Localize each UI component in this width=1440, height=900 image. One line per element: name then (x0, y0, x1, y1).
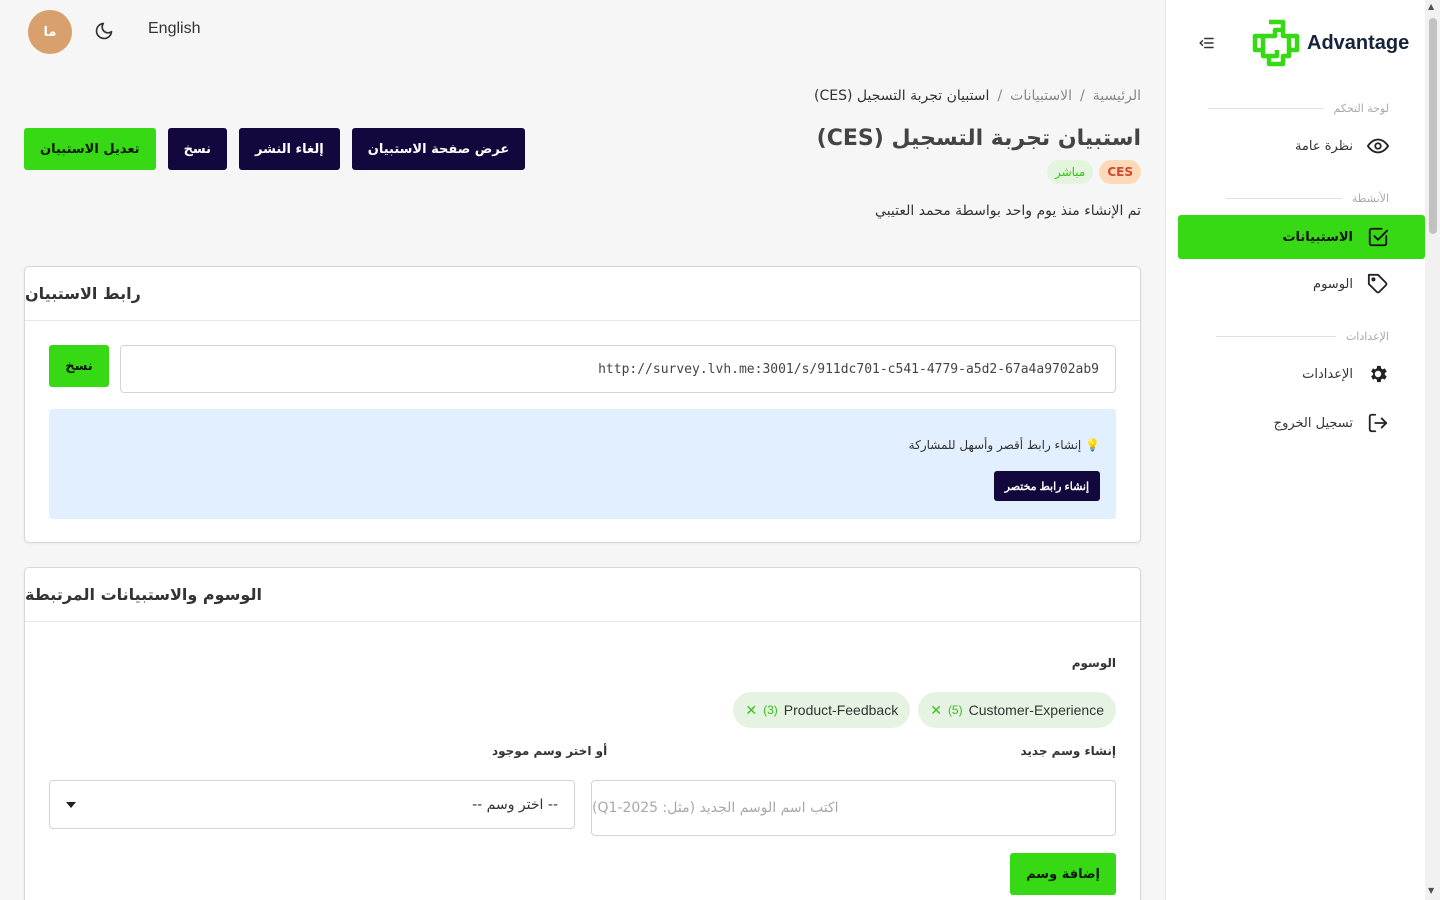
sidebar: Advantage لوحة التحكم نظرة عامة الأنشطة … (1165, 0, 1425, 900)
brand-logo[interactable]: Advantage (1251, 18, 1409, 68)
scroll-up-icon[interactable]: ▲ (1428, 2, 1434, 11)
created-info: تم الإنشاء منذ يوم واحد بواسطة محمد العت… (875, 203, 1141, 219)
tag-name: Customer-Experience (968, 702, 1104, 718)
nav-label: نظرة عامة (1294, 138, 1353, 154)
tag-icon (1367, 273, 1388, 294)
survey-url-field[interactable]: http://survey.lvh.me:3001/s/911dc701-c54… (120, 345, 1116, 393)
new-tag-label: إنشاء وسم جديد (1020, 744, 1116, 758)
nav-label: الإعدادات (1302, 366, 1353, 382)
breadcrumb-separator: / (1080, 88, 1085, 104)
type-badge: CES (1099, 160, 1141, 184)
eye-icon (1367, 138, 1389, 154)
copy-survey-button[interactable]: نسخ (167, 128, 228, 170)
action-buttons: تعديل الاستبيان نسخ إلغاء النشر عرض صفحة… (24, 128, 526, 170)
dark-mode-toggle[interactable] (94, 21, 114, 45)
add-tag-button[interactable]: إضافة وسم (1010, 853, 1116, 895)
existing-tag-select[interactable]: -- اختر وسم -- (49, 780, 575, 829)
remove-tag-icon[interactable]: ✕ (745, 702, 757, 719)
tag-chips: ✕ (5) Customer-Experience ✕ (3) Product-… (733, 692, 1116, 728)
sidebar-item-surveys[interactable]: الاستبيانات (1178, 215, 1425, 259)
status-badge: مباشر (1046, 160, 1094, 184)
short-link-tip: 💡 إنشاء رابط أقصر وأسهل للمشاركة إنشاء ر… (49, 409, 1116, 519)
brand-name: Advantage (1307, 31, 1410, 54)
nav-label: الاستبيانات (1282, 229, 1353, 245)
sidebar-item-logout[interactable]: تسجيل الخروج (1178, 401, 1389, 445)
tag-chip: ✕ (3) Product-Feedback (733, 692, 911, 728)
survey-link-card: رابط الاستبيان نسخ http://survey.lvh.me:… (24, 266, 1141, 543)
breadcrumb-current: استبيان تجربة التسجيل (CES) (814, 88, 990, 104)
section-settings: الإعدادات (1215, 330, 1389, 343)
sidebar-item-settings[interactable]: الإعدادات (1178, 352, 1389, 396)
breadcrumb: الرئيسية / الاستبيانات / استبيان تجربة ا… (814, 88, 1141, 104)
pick-tag-label: أو اختر وسم موجود (492, 744, 608, 758)
section-activities: الأنشطة (1225, 192, 1389, 205)
logout-icon (1368, 413, 1388, 433)
page-scrollbar[interactable]: ▲ ▼ (1425, 0, 1440, 900)
tag-chip: ✕ (5) Customer-Experience (918, 692, 1116, 728)
new-tag-input[interactable]: اكتب اسم الوسم الجديد (مثل: Q1-2025) (591, 780, 1116, 836)
unpublish-button[interactable]: إلغاء النشر (239, 128, 340, 170)
page-title: استبيان تجربة التسجيل (CES) (816, 126, 1141, 151)
breadcrumb-home[interactable]: الرئيسية (1093, 88, 1141, 104)
tags-label: الوسوم (1071, 656, 1116, 670)
scroll-thumb[interactable] (1429, 18, 1437, 234)
sidebar-item-overview[interactable]: نظرة عامة (1178, 124, 1389, 168)
avatar[interactable]: ما (28, 10, 72, 54)
language-switcher[interactable]: English (148, 20, 200, 38)
gear-icon (1371, 365, 1387, 383)
card-title: رابط الاستبيان (25, 267, 1140, 321)
tag-name: Product-Feedback (783, 702, 899, 718)
remove-tag-icon[interactable]: ✕ (930, 702, 942, 719)
caret-down-icon (66, 801, 76, 808)
tip-text: 💡 إنشاء رابط أقصر وأسهل للمشاركة (908, 438, 1100, 452)
breadcrumb-surveys[interactable]: الاستبيانات (1010, 88, 1072, 104)
copy-link-button[interactable]: نسخ (49, 345, 109, 387)
menu-collapse-icon (1199, 37, 1214, 49)
breadcrumb-separator: / (997, 88, 1003, 104)
tag-count: (3) (763, 703, 778, 717)
section-dashboard: لوحة التحكم (1207, 102, 1389, 115)
nav-label: الوسوم (1313, 276, 1353, 292)
scroll-down-icon[interactable]: ▼ (1428, 886, 1434, 895)
card-title: الوسوم والاستبيانات المرتبطة (25, 568, 1140, 622)
select-value: -- اختر وسم -- (472, 796, 558, 813)
moon-icon (95, 22, 113, 40)
edit-survey-button[interactable]: تعديل الاستبيان (24, 128, 156, 170)
sidebar-item-tags[interactable]: الوسوم (1178, 262, 1389, 306)
create-short-link-button[interactable]: إنشاء رابط مختصر (993, 471, 1100, 501)
tag-count: (5) (947, 703, 963, 717)
checkbox-icon (1368, 227, 1389, 247)
nav-label: تسجيل الخروج (1273, 415, 1353, 431)
collapse-sidebar-button[interactable] (1198, 34, 1216, 52)
view-survey-page-button[interactable]: عرض صفحة الاستبيان (351, 128, 526, 170)
status-badges: CES مباشر (1046, 160, 1141, 184)
tags-card: الوسوم والاستبيانات المرتبطة الوسوم ✕ (5… (24, 567, 1141, 900)
logo-icon (1252, 19, 1300, 67)
